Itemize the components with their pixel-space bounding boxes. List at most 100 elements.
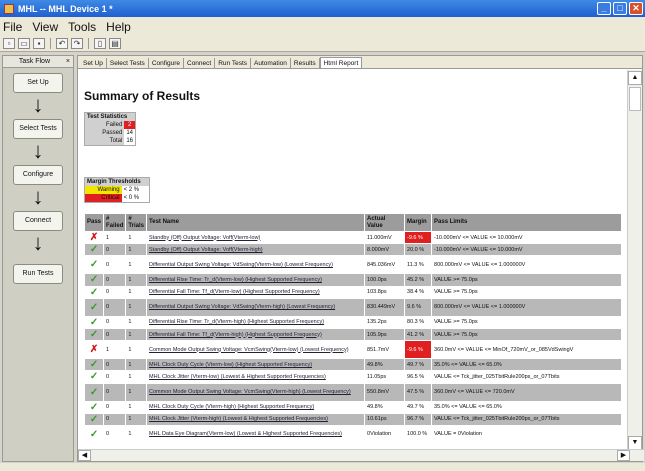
toolbar-separator — [50, 38, 51, 49]
task-step-connect[interactable]: Connect — [13, 211, 63, 231]
status-pass-icon: ✓ — [83, 255, 105, 275]
test-name-link[interactable]: Differential Fall Time: Tf_d(Vterm-low) … — [146, 285, 366, 299]
test-name-link[interactable]: Standby (Off) Output Voltage: Voff(Vterm… — [146, 230, 366, 245]
menu-file[interactable]: File — [3, 20, 22, 34]
trials-cell: 1 — [125, 285, 148, 299]
tab-select-tests[interactable]: Select Tests — [107, 58, 149, 68]
vertical-scrollbar[interactable]: ▲ ▼ — [627, 70, 642, 451]
test-name-link[interactable]: Differential Fall Time: Tf_d(Vterm-high)… — [146, 327, 366, 342]
flow-arrow-down-icon: ↓ — [32, 138, 44, 163]
print-icon[interactable]: ▤ — [109, 38, 121, 49]
actual-value-cell: 845.036mV — [364, 255, 406, 275]
new-file-icon[interactable]: ▫ — [3, 38, 15, 49]
save-icon[interactable]: ▪ — [33, 38, 45, 49]
failed-cell: 0 — [103, 370, 127, 384]
pass-limits-cell: VALUE >= 75.0ps — [431, 273, 622, 287]
scroll-right-arrow-icon[interactable]: ▶ — [617, 450, 630, 461]
results-table: Pass # Failed # Trials Test Name Actual … — [83, 213, 622, 444]
menu-tools[interactable]: Tools — [68, 20, 96, 34]
trials-cell: 1 — [125, 273, 148, 287]
task-step-run-tests[interactable]: Run Tests — [13, 264, 63, 284]
failed-cell: 1 — [103, 230, 127, 245]
tab-automation[interactable]: Automation — [251, 58, 291, 68]
panel-close-icon[interactable]: × — [66, 56, 70, 67]
actual-value-cell: 550.8mV — [364, 382, 406, 402]
passed-count: 14 — [124, 129, 136, 137]
total-count: 16 — [124, 137, 136, 146]
table-row: ✓ 0 1 MHL Clock Jitter (Vterm-high) (Lowest… — [83, 412, 622, 426]
warning-threshold: < 2 % — [121, 186, 150, 194]
open-folder-icon[interactable]: ▭ — [18, 38, 30, 49]
tab-html-report[interactable]: Html Report — [319, 57, 363, 68]
menu-view[interactable]: View — [32, 20, 58, 34]
test-name-link[interactable]: Common Mode Output Swing Voltage: VcmSwi… — [146, 340, 366, 360]
test-name-link[interactable]: Differential Rise Time: Tr_d(Vterm-low) … — [146, 273, 366, 287]
task-step-select-tests[interactable]: Select Tests — [13, 119, 63, 139]
pass-limits-cell: 800.000mV <= VALUE <= 1.000000V — [431, 297, 622, 317]
menu-bar: File View Tools Help — [0, 17, 645, 36]
task-step-set-up[interactable]: Set Up — [13, 73, 63, 93]
critical-threshold: < 0 % — [121, 194, 150, 203]
pass-limits-cell: VALUE <= Tck_jitter_025TbitRule200ps_or_… — [431, 412, 622, 426]
actual-value-cell: 8.000mV — [364, 243, 406, 257]
margin-cell: 45.2 % — [404, 273, 433, 287]
table-row: ✓ 0 1 MHL Clock Duty Cycle (Vterm-low) (Hig… — [83, 358, 622, 372]
trials-cell: 1 — [125, 243, 148, 257]
pass-limits-cell: VALUE <= Tck_jitter_025TbitRule200ps_or_… — [431, 370, 622, 384]
table-row: ✗ 1 1 Common Mode Output Swing Voltage: Vcm… — [83, 340, 622, 360]
test-name-link[interactable]: MHL Clock Jitter (Vterm-low) (Lowest & H… — [146, 370, 366, 384]
actual-value-cell: 830.449mV — [364, 297, 406, 317]
task-step-configure[interactable]: Configure — [13, 165, 63, 185]
scroll-up-arrow-icon[interactable]: ▲ — [628, 71, 642, 85]
scrollbar-thumb[interactable] — [629, 87, 641, 111]
tab-results[interactable]: Results — [291, 58, 320, 68]
table-row: ✓ 0 1 MHL Clock Jitter (Vterm-low) (Lowest … — [83, 370, 622, 384]
flow-arrow-down-icon: ↓ — [32, 230, 44, 255]
trials-cell: 1 — [125, 230, 148, 245]
scroll-left-arrow-icon[interactable]: ◀ — [78, 450, 91, 461]
tab-run-tests[interactable]: Run Tests — [215, 58, 252, 68]
status-fail-icon: ✗ — [83, 230, 105, 245]
close-button[interactable]: ✕ — [629, 2, 643, 15]
table-row: ✓ 0 1 Differential Rise Time: Tr_d(Vterm-lo… — [83, 273, 622, 287]
column-header-test-name: Test Name — [146, 213, 366, 232]
menu-help[interactable]: Help — [106, 20, 131, 34]
failed-cell: 0 — [103, 243, 127, 257]
scroll-down-arrow-icon[interactable]: ▼ — [628, 436, 642, 450]
trials-cell: 1 — [125, 358, 148, 372]
tab-bar: Set Up Select Tests Configure Connect Ru… — [78, 56, 642, 69]
tab-configure[interactable]: Configure — [149, 58, 184, 68]
undo-icon[interactable]: ↶ — [56, 38, 68, 49]
test-name-link[interactable]: MHL Clock Duty Cycle (Vterm-high) (Highe… — [146, 400, 366, 414]
report-title: Summary of Results — [84, 89, 201, 103]
test-name-link[interactable]: Standby (Off) Output Voltage: Voff(Vterm… — [146, 243, 366, 257]
test-name-link[interactable]: MHL Clock Jitter (Vterm-high) (Lowest & … — [146, 412, 366, 426]
redo-icon[interactable]: ↷ — [71, 38, 83, 49]
status-pass-icon: ✓ — [83, 297, 105, 317]
status-pass-icon: ✓ — [83, 315, 105, 329]
column-header-margin: Margin — [404, 213, 433, 232]
test-name-link[interactable]: MHL Data Eye Diagram(Vterm-low) (Lowest … — [146, 424, 366, 444]
minimize-button[interactable]: _ — [597, 2, 611, 15]
test-name-link[interactable]: Differential Rise Time: Tr_d(Vterm-high)… — [146, 315, 366, 329]
test-name-link[interactable]: Common Mode Output Swing Voltage: VcmSwi… — [146, 382, 366, 402]
status-pass-icon: ✓ — [83, 424, 105, 444]
trials-cell: 1 — [125, 400, 148, 414]
tab-set-up[interactable]: Set Up — [80, 58, 107, 68]
status-pass-icon: ✓ — [83, 273, 105, 287]
test-name-link[interactable]: MHL Clock Duty Cycle (Vterm-low) (Highes… — [146, 358, 366, 372]
status-pass-icon: ✓ — [83, 382, 105, 402]
margin-cell: 96.7 % — [404, 412, 433, 426]
table-row: ✓ 0 1 Differential Fall Time: Tf_d(Vterm-hi… — [83, 327, 622, 342]
margin-cell: 20.0 % — [404, 243, 433, 257]
maximize-button[interactable]: □ — [613, 2, 627, 15]
trials-cell: 1 — [125, 424, 148, 444]
horizontal-scrollbar[interactable]: ◀ ▶ — [78, 449, 644, 461]
toolbar: ▫ ▭ ▪ ↶ ↷ ▯ ▤ — [0, 36, 645, 52]
test-name-link[interactable]: Differential Output Swing Voltage: VdSwi… — [146, 297, 366, 317]
tab-connect[interactable]: Connect — [184, 58, 216, 68]
margin-cell: 11.3 % — [404, 255, 433, 275]
column-header-trials: # Trials — [125, 213, 148, 232]
print-preview-icon[interactable]: ▯ — [94, 38, 106, 49]
test-name-link[interactable]: Differential Output Swing Voltage: VdSwi… — [146, 255, 366, 275]
